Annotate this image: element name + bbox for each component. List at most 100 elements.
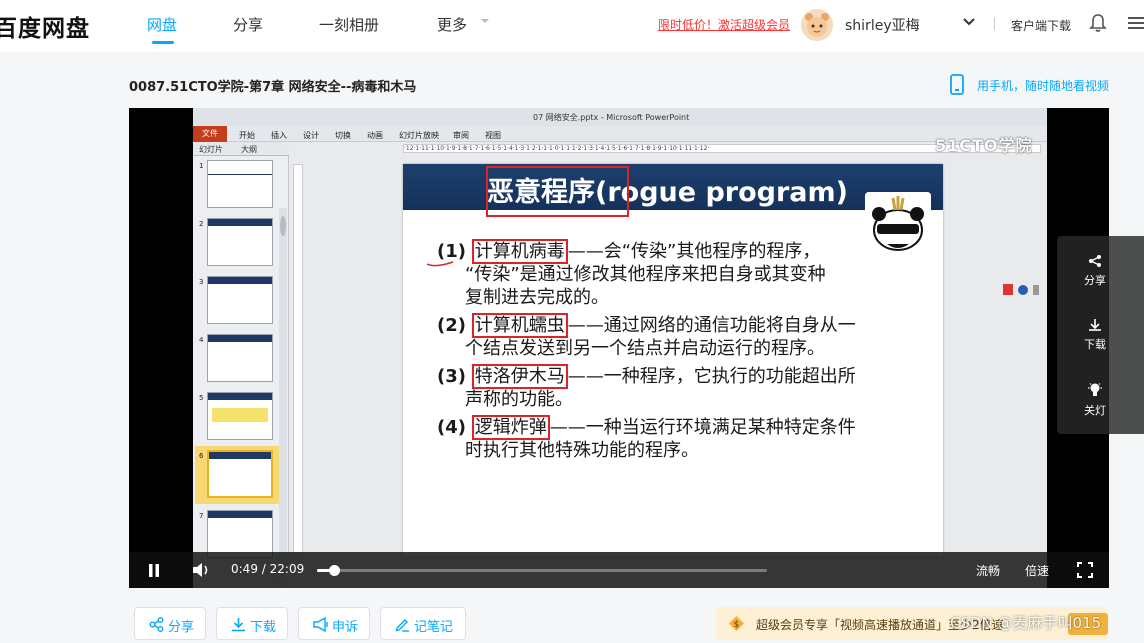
client-download-link[interactable]: 客户端下载 [1011, 17, 1071, 34]
speed-button[interactable]: 倍速 [1025, 562, 1049, 579]
ppt-side-tools-icon [1003, 284, 1039, 295]
ppt-ribbon-tab: 插入 [271, 131, 287, 140]
ppt-ribbon: 文件 开始 插入 设计 切换 动画 幻灯片放映 审阅 视图 [193, 126, 1047, 142]
thumb-number: 3 [199, 278, 204, 286]
slide-thumbnail-selected [207, 450, 273, 498]
active-tab-indicator [152, 41, 174, 44]
slide-title-en: (rogue program) [595, 177, 848, 208]
top-nav: 百度网盘 网盘 分享 一刻相册 更多 限时低价！激活超级会员 shirley亚梅… [0, 0, 1144, 52]
tab-share[interactable]: 分享 [233, 14, 263, 35]
download-label: 下载 [250, 620, 277, 635]
progress-track[interactable] [317, 569, 767, 572]
ppt-file-tab: 文件 [193, 126, 227, 142]
side-share-button[interactable]: 分享 [1057, 254, 1133, 288]
slide-thumbnail [207, 160, 273, 208]
slide-thumbnail [207, 334, 273, 382]
csdn-watermark: CSDN @麦麻手叫015 [950, 614, 1102, 632]
thumb-number: 4 [199, 336, 204, 344]
slide-item-continuation: 声称的功能。 [465, 389, 573, 410]
phone-icon[interactable] [948, 74, 966, 95]
chevron-down-icon[interactable] [480, 16, 490, 26]
powerpoint-frame: 07 网络安全.pptx - Microsoft PowerPoint 文件 开… [193, 108, 1047, 588]
slide-canvas: 恶意程序(rogue program) (1) 计算机病毒 ——会“传染”其他程序… [403, 164, 943, 556]
slide-item: (2) 计算机蠕虫 ——通过网络的通信功能将自身从一 [437, 313, 856, 338]
volume-icon[interactable] [192, 562, 212, 578]
watch-on-phone-link[interactable]: 用手机，随时随地看视频 [977, 77, 1109, 94]
video-player[interactable]: 07 网络安全.pptx - Microsoft PowerPoint 文件 开… [129, 108, 1109, 588]
item-number: (2) [437, 315, 466, 336]
ppt-panel-tabs: 幻灯片 大纲 [193, 142, 289, 156]
slide-item: (1) 计算机病毒 ——会“传染”其他程序的程序， [437, 239, 821, 264]
slide-item-continuation: 时执行其他特殊功能的程序。 [465, 440, 699, 461]
item-description: ——会“传染”其他程序的程序， [567, 241, 821, 262]
pause-icon[interactable] [147, 563, 161, 578]
download-icon [232, 618, 245, 632]
ppt-ribbon-tab: 视图 [485, 131, 501, 140]
menu-icon[interactable] [1126, 13, 1144, 33]
side-lights-button[interactable]: 关灯 [1057, 382, 1133, 418]
player-controls: 0:49 / 22:09 流畅 倍速 [129, 552, 1109, 588]
ppt-outline-tab: 大纲 [241, 145, 257, 154]
tab-more[interactable]: 更多 [437, 14, 467, 35]
slide-thumbnail [207, 392, 273, 440]
side-share-label: 分享 [1084, 274, 1106, 287]
ppt-ribbon-tab: 审阅 [453, 131, 469, 140]
ppt-thumbnail-panel: 1 2 3 4 5 6 7 [193, 156, 289, 588]
side-download-button[interactable]: 下载 [1057, 318, 1133, 352]
avatar[interactable] [801, 9, 833, 41]
fullscreen-icon[interactable] [1077, 562, 1093, 578]
ppt-ribbon-tab: 设计 [303, 131, 319, 140]
share-icon [1089, 255, 1101, 267]
video-title: 0087.51CTO学院-第7章 网络安全--病毒和木马 [129, 80, 417, 95]
panda-icon [865, 192, 931, 256]
item-number: (3) [437, 366, 466, 387]
share-label: 分享 [168, 620, 195, 635]
item-term: 特洛伊木马 [471, 364, 568, 389]
bell-icon[interactable] [1089, 13, 1107, 33]
item-number: (4) [437, 417, 466, 438]
slide-item-continuation: 复制进去完成的。 [465, 287, 609, 308]
thumb-number: 5 [199, 394, 204, 402]
side-download-label: 下载 [1084, 338, 1106, 351]
progress-handle[interactable] [329, 565, 340, 576]
item-term: 计算机病毒 [471, 239, 568, 264]
ppt-ribbon-tab: 动画 [367, 131, 383, 140]
time-display: 0:49 / 22:09 [231, 562, 304, 576]
report-button[interactable]: 申诉 [298, 607, 370, 640]
ppt-ruler-vertical [293, 164, 303, 554]
notes-label: 记笔记 [414, 620, 454, 635]
ppt-ribbon-tab: 开始 [239, 131, 255, 140]
share-button[interactable]: 分享 [134, 607, 206, 640]
ppt-ribbon-tab: 幻灯片放映 [399, 131, 439, 140]
ppt-titlebar: 07 网络安全.pptx - Microsoft PowerPoint [193, 108, 1047, 126]
slide-item-continuation: “传染”是通过修改其他程序来把自身或其变种 [465, 264, 826, 285]
51cto-watermark: 51CTO学院 [935, 136, 1033, 155]
download-icon [1089, 319, 1101, 331]
report-label: 申诉 [332, 620, 359, 635]
share-icon [149, 617, 164, 632]
title-highlight-box [486, 166, 629, 217]
promo-link[interactable]: 限时低价！激活超级会员 [658, 16, 790, 33]
quality-button[interactable]: 流畅 [976, 562, 1000, 579]
logo[interactable]: 百度网盘 [0, 9, 90, 43]
tab-netdisk[interactable]: 网盘 [147, 14, 177, 35]
slide-item: (3) 特洛伊木马 ——一种程序，它执行的功能超出所 [437, 364, 856, 389]
ppt-thumb-scrollbar [279, 208, 287, 588]
lightbulb-icon [1088, 383, 1102, 396]
notes-button[interactable]: 记笔记 [380, 607, 466, 640]
side-float-panel: 分享 下载 关灯 [1057, 236, 1144, 434]
thumb-number: 6 [199, 452, 204, 460]
divider [994, 17, 995, 30]
user-menu-chevron-icon[interactable] [962, 17, 976, 27]
item-description: ——通过网络的通信功能将自身从一 [567, 315, 856, 336]
annotation-stroke-icon [426, 261, 454, 267]
download-button[interactable]: 下载 [216, 607, 288, 640]
slide-item: (4) 逻辑炸弹 ——一种当运行环境满足某种特定条件 [437, 415, 856, 440]
username[interactable]: shirley亚梅 [845, 15, 920, 35]
megaphone-icon [313, 617, 328, 632]
thumb-number: 1 [199, 162, 204, 170]
item-term: 计算机蠕虫 [471, 313, 568, 338]
ppt-ribbon-tab: 切换 [335, 131, 351, 140]
tab-album[interactable]: 一刻相册 [319, 14, 379, 35]
slide-thumbnail [207, 510, 273, 558]
